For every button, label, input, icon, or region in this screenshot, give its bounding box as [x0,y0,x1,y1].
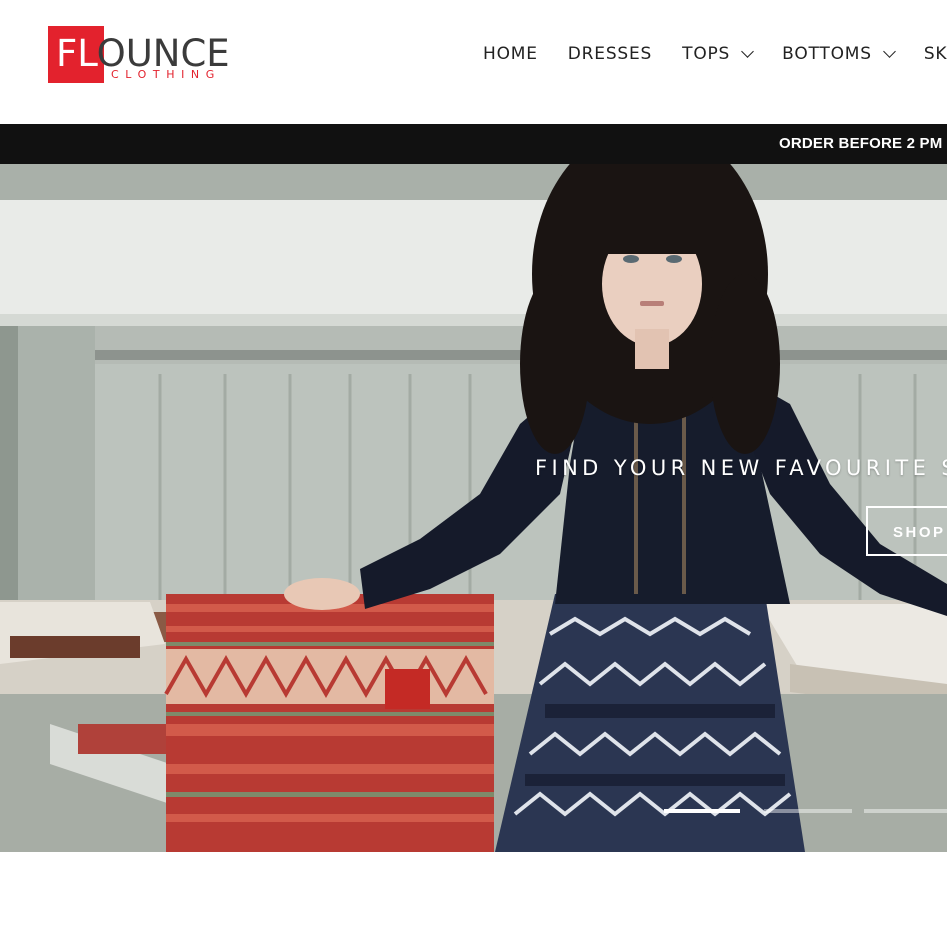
announcement-text: ORDER BEFORE 2 PM [779,135,943,152]
hero-slideshow: FIND YOUR NEW FAVOURITE ST SHOP [0,164,947,852]
page-content-area [0,852,947,947]
shop-button[interactable]: SHOP [866,506,947,556]
nav-tops[interactable]: TOPS [682,43,755,65]
site-header: FLOUNCE CLOTHING HOME DRESSES TOPS BOTTO… [0,0,947,124]
chevron-down-icon [882,45,896,58]
flounce-logo[interactable]: FLOUNCE CLOTHING [47,26,247,84]
nav-bottoms[interactable]: BOTTOMS [782,43,896,65]
hero-photo [0,164,947,852]
nav-sk[interactable]: SK [924,43,947,65]
nav-dresses[interactable]: DRESSES [568,43,652,65]
hero-heading: FIND YOUR NEW FAVOURITE ST [535,456,947,480]
logo-subtitle: CLOTHING [111,68,221,81]
slide-indicator-3[interactable] [864,809,947,813]
announcement-bar: ORDER BEFORE 2 PM [0,124,947,164]
chevron-down-icon [741,45,755,58]
main-nav: HOME DRESSES TOPS BOTTOMS SK [483,43,947,65]
slide-indicator-1[interactable] [664,809,740,813]
slide-indicator-2[interactable] [764,809,852,813]
nav-home[interactable]: HOME [483,43,538,65]
